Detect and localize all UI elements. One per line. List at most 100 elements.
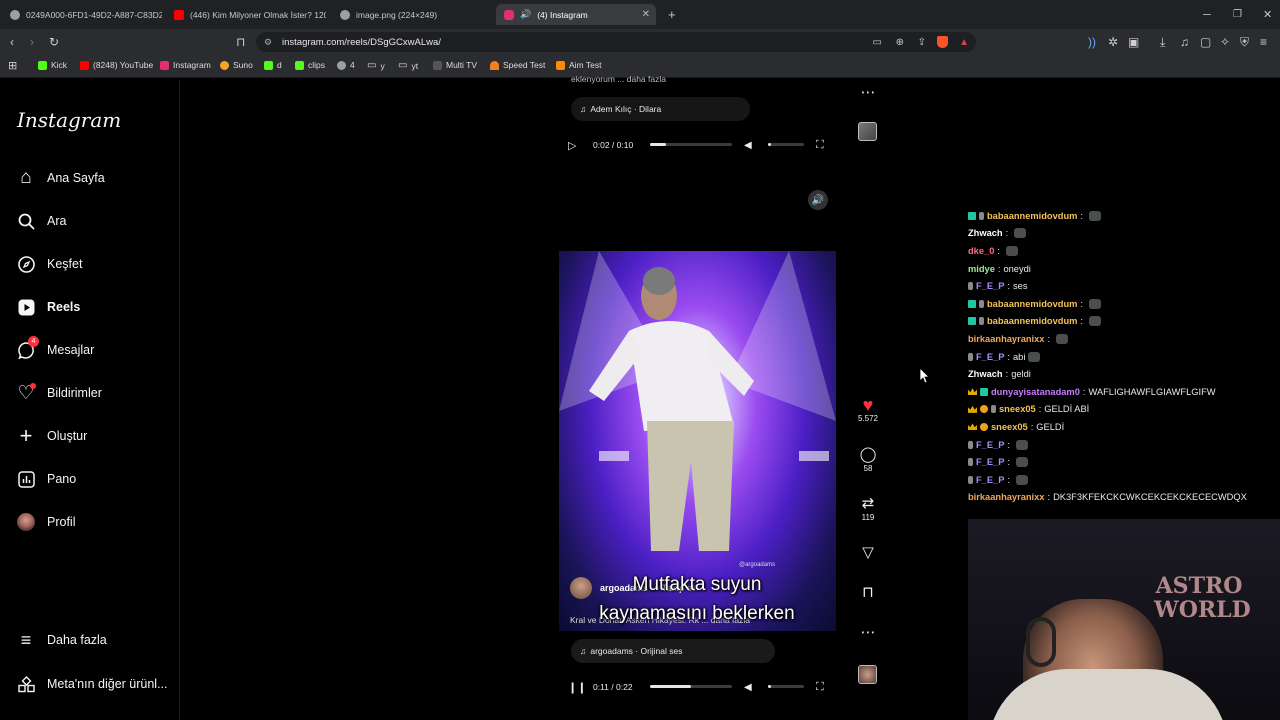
volume-icon[interactable]: ◀ — [744, 682, 752, 693]
compass-icon — [17, 255, 35, 273]
browser-tab-active[interactable]: 🔊 (4) Instagram ✕ — [496, 4, 656, 25]
volume-slider[interactable] — [768, 685, 804, 688]
bookmark-folder-y[interactable]: ▭ y — [367, 60, 385, 71]
browser-tab[interactable]: image.png (224×249) — [332, 4, 492, 25]
bookmark-multitv[interactable]: Multi TV — [433, 60, 477, 70]
audio-thumbnail[interactable] — [858, 665, 877, 684]
nav-messages[interactable]: 4 Mesajlar — [17, 336, 94, 359]
play-icon[interactable]: ▷ — [568, 139, 576, 152]
share-icon[interactable]: ⇪ — [918, 37, 926, 48]
maximize-icon[interactable]: ❐ — [1225, 4, 1250, 25]
chat-username[interactable]: babaannemidovdum — [987, 316, 1077, 326]
reel-video[interactable]: 🔊 @argoadams argoadams • Takip et Kral v… — [559, 182, 836, 700]
fullscreen-icon[interactable]: ⛶ — [816, 681, 824, 694]
bookmark-icon[interactable]: ⊓ — [236, 35, 245, 49]
zoom-icon[interactable]: ⊕ — [896, 37, 904, 48]
mute-toggle-icon[interactable]: 🔊 — [808, 190, 828, 210]
chat-username[interactable]: babaannemidovdum — [987, 299, 1077, 309]
browser-tab[interactable]: 0249A000-6FD1-49D2-A887-C83D2 — [2, 4, 162, 25]
reel-audio-pill[interactable]: ♫ argoadams · Orijinal ses — [571, 639, 775, 663]
url-field[interactable]: ⚙ instagram.com/reels/DSgGCxwALwa/ ▭ ⊕ ⇪… — [256, 32, 976, 52]
bookmark-youtube[interactable]: (8248) YouTube — [80, 60, 153, 70]
chat-username[interactable]: birkaanhayranixx — [968, 334, 1044, 344]
bookmark-aimtest[interactable]: Aim Test — [556, 60, 601, 70]
reel-audio-pill[interactable]: ♫ Adem Kılıç · Dilara — [571, 97, 750, 121]
browser-tab[interactable]: (446) Kim Milyoner Olmak İster? 120 — [166, 4, 326, 25]
nav-home[interactable]: ⌂ Ana Sayfa — [17, 167, 104, 188]
nav-profile[interactable]: Profil — [17, 513, 75, 531]
chat-username[interactable]: sneex05 — [999, 404, 1036, 414]
volume-icon[interactable]: ◀ — [744, 140, 752, 151]
seek-bar[interactable] — [650, 143, 732, 146]
apps-grid-icon[interactable]: ⊞ — [8, 59, 17, 72]
chat-username[interactable]: Zhwach — [968, 369, 1003, 379]
repost-button[interactable]: ⇄ 119 — [851, 495, 885, 522]
download-icon[interactable]: ⤓ — [1160, 35, 1165, 50]
nav-reels[interactable]: Reels — [17, 298, 80, 316]
chat-username[interactable]: birkaanhayranixx — [968, 492, 1044, 502]
chat-username[interactable]: F_E_P — [976, 281, 1004, 291]
chat-username[interactable]: babaannemidovdum — [987, 211, 1077, 221]
extensions-icon[interactable]: ✲ — [1108, 35, 1118, 49]
vpn-shield-icon[interactable]: ⛨ — [1240, 35, 1249, 50]
new-tab-button[interactable]: + — [660, 4, 680, 25]
chat-username[interactable]: dke_0 — [968, 246, 994, 256]
bookmark-folder-yt[interactable]: ▭ yt — [398, 60, 418, 71]
more-options-button[interactable]: ⋯ — [851, 84, 885, 102]
audio-thumbnail[interactable] — [858, 122, 877, 141]
chat-username[interactable]: F_E_P — [976, 475, 1004, 485]
audio-wave-icon[interactable]: )) — [1088, 35, 1096, 49]
bookmark-4[interactable]: 4 — [337, 60, 355, 70]
chat-username[interactable]: F_E_P — [976, 440, 1004, 450]
nav-more[interactable]: ≡ Daha fazla — [17, 630, 107, 650]
chat-text: oneydi — [1003, 263, 1031, 274]
bookmark-clips[interactable]: clips — [295, 60, 325, 70]
chat-username[interactable]: dunyayisatanadam0 — [991, 387, 1080, 397]
chat-username[interactable]: Zhwach — [968, 228, 1003, 238]
like-button[interactable]: ♥ 5.572 — [851, 396, 885, 423]
close-window-icon[interactable]: ✕ — [1255, 4, 1280, 25]
reel-caption[interactable]: eklenyorum ... daha fazla — [571, 74, 666, 84]
wallet-icon[interactable]: ▢ — [1200, 35, 1211, 49]
chat-username[interactable]: midye — [968, 264, 995, 274]
chat-emote-icon — [1014, 228, 1027, 239]
menu-icon[interactable]: ≡ — [1260, 35, 1267, 49]
more-options-button[interactable]: ⋯ — [851, 624, 885, 642]
brave-shield-icon[interactable] — [937, 36, 948, 48]
comment-button[interactable]: ◯ 58 — [851, 446, 885, 473]
nav-notifications[interactable]: ♡ Bildirimler — [17, 383, 101, 404]
nav-create[interactable]: + Oluştur — [17, 423, 88, 448]
close-tab-icon[interactable]: ✕ — [642, 9, 650, 20]
fullscreen-icon[interactable]: ⛶ — [816, 139, 824, 152]
chat-username[interactable]: F_E_P — [976, 457, 1004, 467]
extension-icon[interactable]: ▣ — [1128, 35, 1139, 49]
cast-icon[interactable]: ▭ — [873, 37, 882, 48]
bookmark-speedtest[interactable]: Speed Test — [490, 60, 545, 70]
bookmark-d[interactable]: d — [264, 60, 282, 70]
bookmark-instagram[interactable]: Instagram — [160, 60, 211, 70]
bookmark-suno[interactable]: Suno — [220, 60, 253, 70]
forward-icon[interactable]: › — [30, 35, 34, 49]
brave-rewards-icon[interactable]: ▲ — [959, 37, 969, 48]
chat-username[interactable]: F_E_P — [976, 352, 1004, 362]
reload-icon[interactable]: ↻ — [49, 35, 59, 49]
bookmark-kick[interactable]: Kick — [38, 60, 67, 70]
minimize-icon[interactable]: ─ — [1195, 4, 1219, 25]
volume-slider[interactable] — [768, 143, 804, 146]
pause-icon[interactable]: ❙❙ — [568, 681, 586, 694]
music-icon[interactable]: ♫ — [1180, 35, 1189, 49]
nav-search[interactable]: Ara — [17, 212, 66, 230]
leo-ai-icon[interactable]: ✧ — [1220, 35, 1230, 49]
chat-username[interactable]: sneex05 — [991, 422, 1028, 432]
nav-dashboard[interactable]: Pano — [17, 470, 76, 488]
share-button[interactable]: ▽ — [851, 544, 885, 562]
instagram-logo[interactable]: Instagram — [17, 108, 121, 132]
chat-badge-icon — [968, 299, 976, 308]
back-icon[interactable]: ‹ — [10, 35, 14, 49]
nav-meta-products[interactable]: Meta'nın diğer ürünl... — [17, 675, 168, 693]
save-button[interactable]: ⊓ — [851, 584, 885, 602]
nav-explore[interactable]: Keşfet — [17, 255, 82, 273]
chat-message: babaannemidovdum: — [968, 313, 1258, 331]
site-info-icon[interactable]: ⚙ — [264, 37, 272, 48]
seek-bar[interactable] — [650, 685, 732, 688]
